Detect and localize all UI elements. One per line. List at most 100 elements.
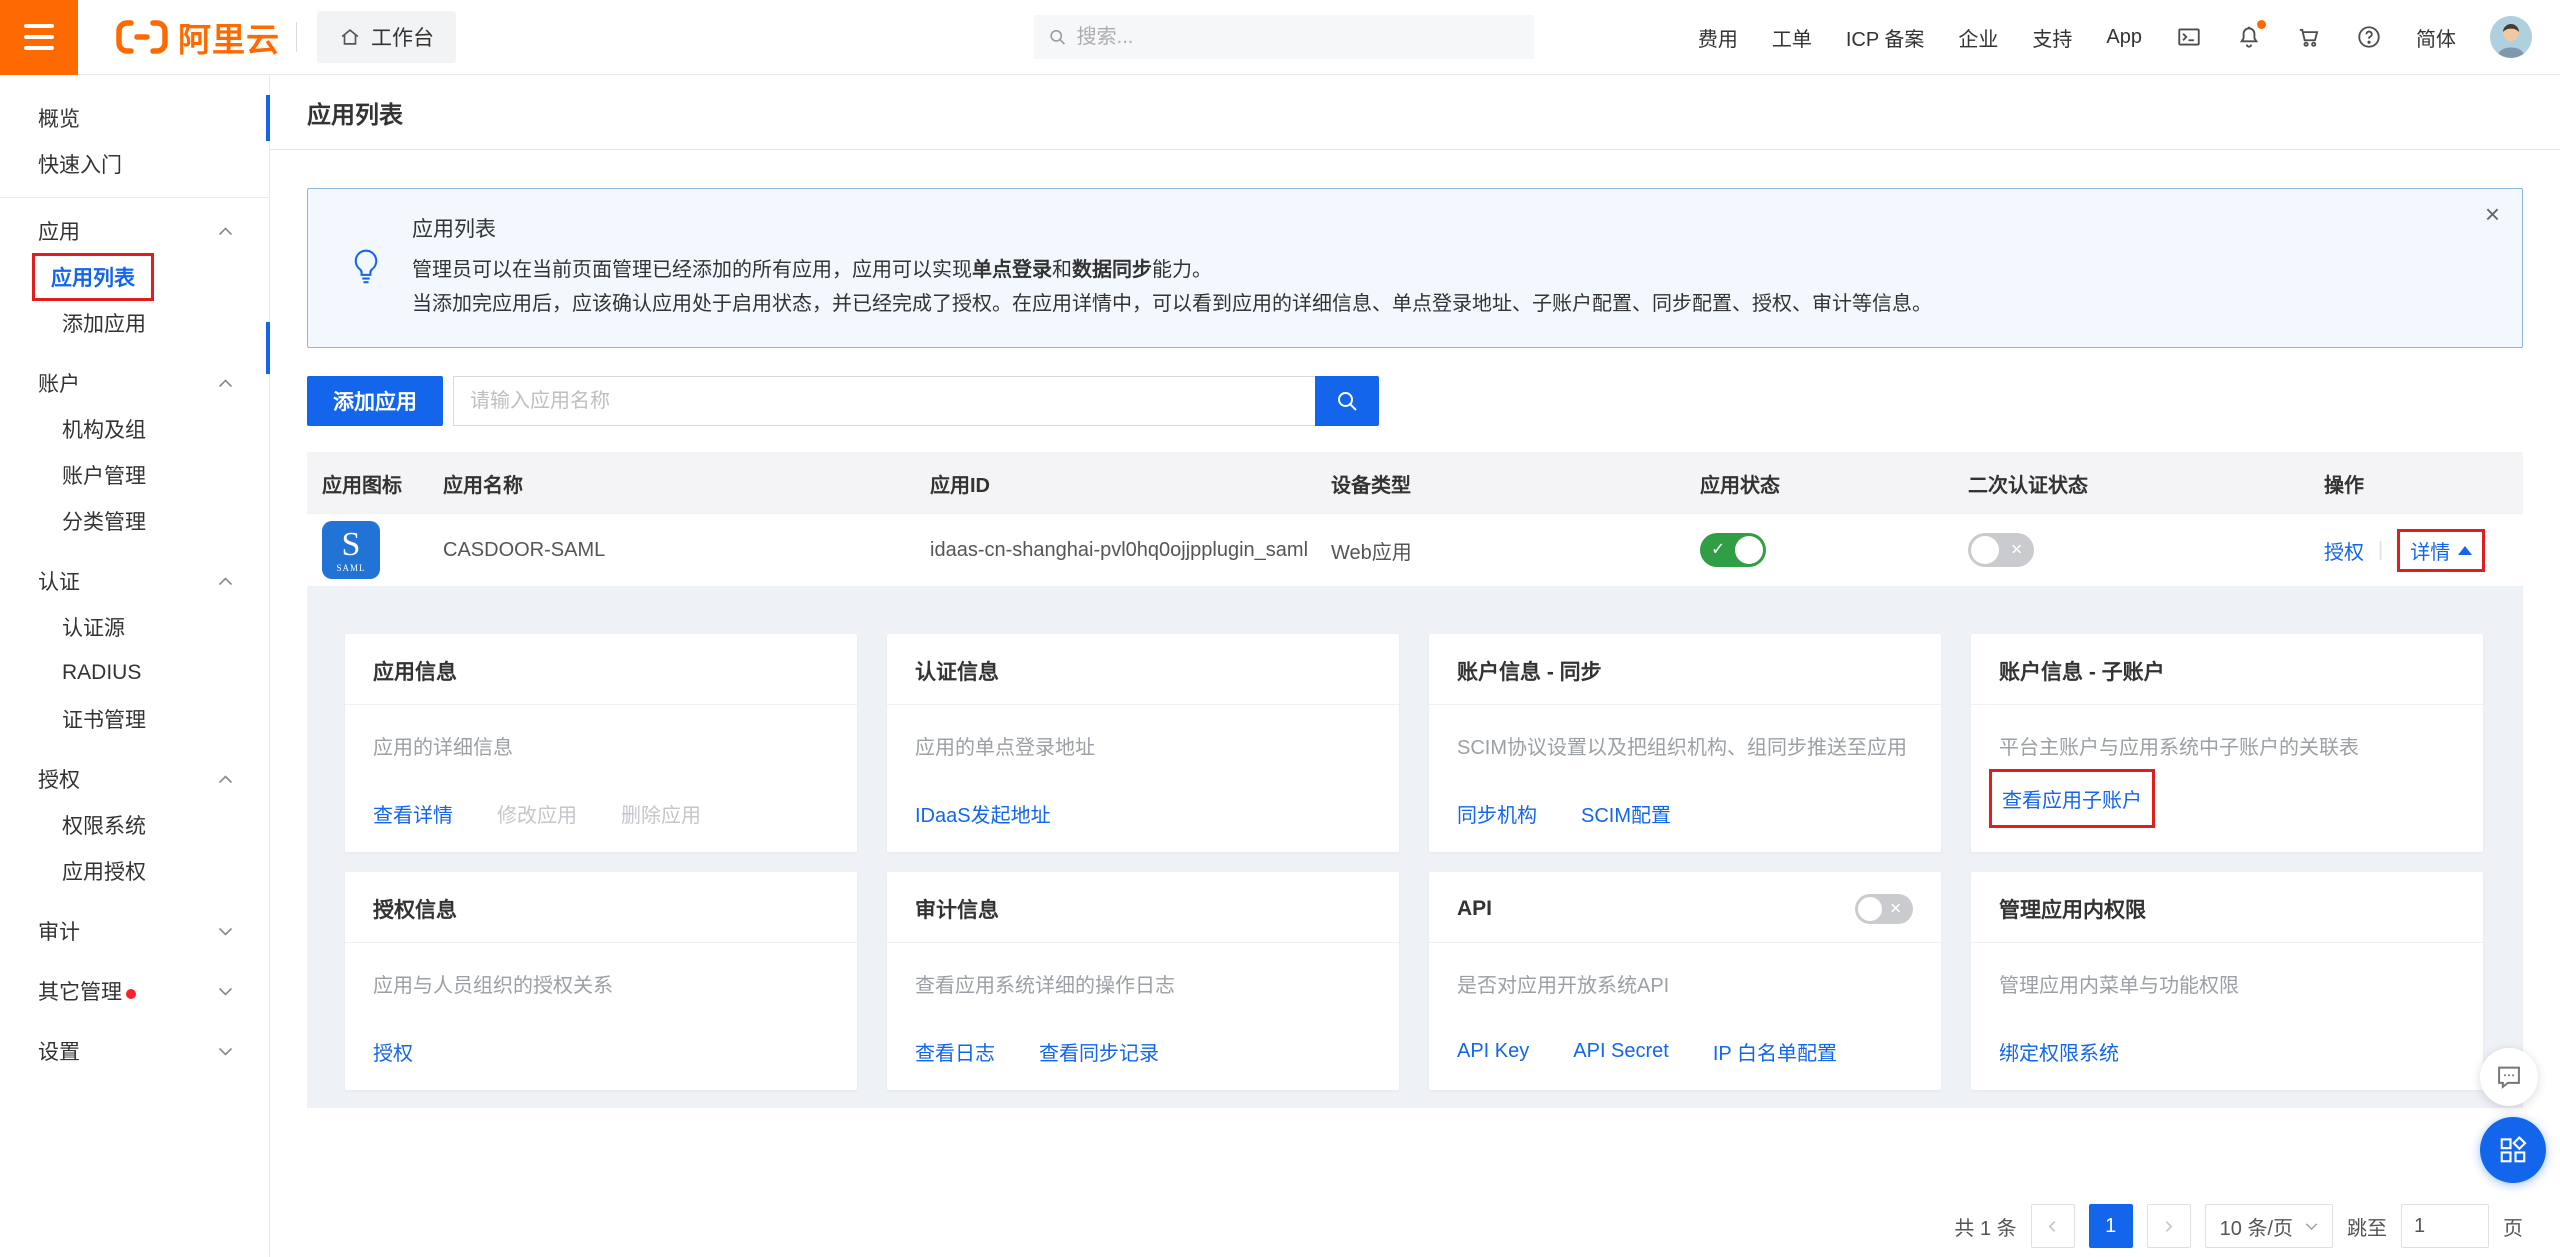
sidebar-group-other-management[interactable]: 其它管理 <box>0 968 269 1014</box>
view-sub-accounts-link[interactable]: 查看应用子账户 <box>2002 790 2142 812</box>
jump-page-input[interactable] <box>2401 1204 2489 1248</box>
page-header: 应用列表 <box>270 75 2560 150</box>
workbench-button[interactable]: 工作台 <box>317 11 456 63</box>
delete-app-link[interactable]: 删除应用 <box>621 799 701 828</box>
group-label: 审计 <box>38 916 80 946</box>
global-search-input[interactable] <box>1077 26 1520 49</box>
close-icon[interactable]: × <box>2485 201 2500 227</box>
sync-org-link[interactable]: 同步机构 <box>1457 799 1537 828</box>
help-icon[interactable] <box>2356 24 2382 50</box>
group-label: 其它管理 <box>38 976 136 1006</box>
alibaba-cloud-logo[interactable]: 阿里云 <box>116 13 280 61</box>
banner-text: 应用列表 管理员可以在当前页面管理已经添加的所有应用，应用可以实现单点登录和数据… <box>412 213 1932 321</box>
idaas-sso-url-link[interactable]: IDaaS发起地址 <box>915 799 1051 828</box>
sidebar-item-permission-systems[interactable]: 权限系统 <box>0 802 269 848</box>
sidebar-group-applications[interactable]: 应用 <box>0 208 269 254</box>
nav-item-icp[interactable]: ICP 备案 <box>1846 23 1925 52</box>
sidebar-group-audit[interactable]: 审计 <box>0 908 269 954</box>
col-app-name: 应用名称 <box>428 469 915 498</box>
mfa-status-toggle-off[interactable]: ✕ <box>1968 533 2034 567</box>
sidebar-group-authentication[interactable]: 认证 <box>0 558 269 604</box>
nav-item-tickets[interactable]: 工单 <box>1772 23 1812 52</box>
user-avatar[interactable] <box>2490 16 2532 58</box>
sidebar-item-quickstart[interactable]: 快速入门 <box>0 141 269 187</box>
view-logs-link[interactable]: 查看日志 <box>915 1037 995 1066</box>
nav-item-app[interactable]: App <box>2106 26 2142 49</box>
view-details-link[interactable]: 查看详情 <box>373 799 453 828</box>
sidebar-item-application-list[interactable]: 应用列表 <box>0 254 269 300</box>
card-description: 是否对应用开放系统API <box>1457 969 1913 998</box>
scim-config-link[interactable]: SCIM配置 <box>1581 799 1671 828</box>
app-launcher-button[interactable] <box>2480 1117 2546 1183</box>
api-key-link[interactable]: API Key <box>1457 1040 1529 1063</box>
next-page-button[interactable] <box>2147 1204 2191 1248</box>
divider <box>296 22 297 52</box>
chevron-up-icon <box>218 775 233 784</box>
table-header: 应用图标 应用名称 应用ID 设备类型 应用状态 二次认证状态 操作 <box>307 452 2523 514</box>
app-grid-icon <box>2498 1135 2528 1165</box>
language-switch[interactable]: 简体 <box>2416 23 2456 52</box>
sidebar-item-radius[interactable]: RADIUS <box>0 650 269 696</box>
sidebar-item-add-application[interactable]: 添加应用 <box>0 300 269 346</box>
view-sync-records-link[interactable]: 查看同步记录 <box>1039 1037 1159 1066</box>
application-search-input[interactable] <box>453 376 1315 426</box>
sidebar-item-auth-sources[interactable]: 认证源 <box>0 604 269 650</box>
total-count: 共 1 条 <box>1954 1212 2016 1241</box>
col-mfa-status: 二次认证状态 <box>1953 469 2309 498</box>
feedback-chat-button[interactable] <box>2480 1048 2538 1106</box>
application-table: 应用图标 应用名称 应用ID 设备类型 应用状态 二次认证状态 操作 S SAM… <box>307 452 2523 1108</box>
group-label: 账户 <box>38 368 80 398</box>
page-1-button[interactable]: 1 <box>2089 1204 2133 1248</box>
ip-whitelist-link[interactable]: IP 白名单配置 <box>1713 1037 1837 1066</box>
new-badge-dot <box>126 989 136 999</box>
global-search[interactable] <box>1034 15 1534 59</box>
authorize-card-link[interactable]: 授权 <box>373 1037 413 1066</box>
prev-page-button[interactable] <box>2031 1204 2075 1248</box>
banner-title: 应用列表 <box>412 213 1932 243</box>
hamburger-menu-icon[interactable] <box>0 0 78 75</box>
chevron-up-icon <box>218 379 233 388</box>
sidebar-item-org-groups[interactable]: 机构及组 <box>0 406 269 452</box>
top-navbar: 阿里云 工作台 费用 工单 ICP 备案 企业 支持 App <box>0 0 2560 75</box>
nav-item-support[interactable]: 支持 <box>2032 23 2072 52</box>
modify-app-link[interactable]: 修改应用 <box>497 799 577 828</box>
card-auth-info: 认证信息 应用的单点登录地址 IDaaS发起地址 <box>887 634 1399 852</box>
triangle-up-icon <box>2458 546 2472 555</box>
home-icon <box>339 26 361 48</box>
nav-item-enterprise[interactable]: 企业 <box>1958 23 1998 52</box>
nav-item-billing[interactable]: 费用 <box>1698 23 1738 52</box>
notifications-bell-icon[interactable] <box>2236 24 2262 50</box>
app-id: idaas-cn-shanghai-pvl0hq0ojjpplugin_saml <box>915 539 1316 562</box>
sidebar-item-category-management[interactable]: 分类管理 <box>0 498 269 544</box>
chat-bubble-icon <box>2495 1063 2523 1091</box>
cloudshell-icon[interactable] <box>2176 24 2202 50</box>
card-description: SCIM协议设置以及把组织机构、组同步推送至应用 <box>1457 731 1913 760</box>
card-title: 管理应用内权限 <box>1999 894 2146 924</box>
group-label: 设置 <box>38 1036 80 1066</box>
sidebar-item-overview[interactable]: 概览 <box>0 95 269 141</box>
search-button[interactable] <box>1315 376 1379 426</box>
app-status-toggle-on[interactable]: ✓ <box>1700 533 1766 567</box>
api-secret-link[interactable]: API Secret <box>1573 1040 1669 1063</box>
chevron-up-icon <box>218 227 233 236</box>
page-size-select[interactable]: 10 条/页 <box>2205 1204 2333 1248</box>
sidebar-item-certificate-management[interactable]: 证书管理 <box>0 696 269 742</box>
cart-icon[interactable] <box>2296 24 2322 50</box>
sidebar-item-account-management[interactable]: 账户管理 <box>0 452 269 498</box>
card-description: 应用的详细信息 <box>373 731 829 760</box>
page-title: 应用列表 <box>307 95 403 130</box>
annotation-red-box: 查看应用子账户 <box>1989 769 2155 828</box>
col-actions: 操作 <box>2309 469 2523 498</box>
bind-permission-system-link[interactable]: 绑定权限系统 <box>1999 1037 2119 1066</box>
sidebar-group-authorization[interactable]: 授权 <box>0 756 269 802</box>
detail-link[interactable]: 详情 <box>2410 536 2450 565</box>
sidebar-item-app-authorization[interactable]: 应用授权 <box>0 848 269 894</box>
api-toggle-off[interactable]: ✕ <box>1855 894 1913 924</box>
add-application-button[interactable]: 添加应用 <box>307 376 443 426</box>
annotation-red-box: 详情 <box>2397 529 2485 572</box>
sidebar-group-accounts[interactable]: 账户 <box>0 360 269 406</box>
sidebar: 概览 快速入门 应用 应用列表 添加应用 账户 机构及组 账户管理 分类管理 认… <box>0 75 270 1257</box>
authorize-link[interactable]: 授权 <box>2324 536 2364 565</box>
group-label: 授权 <box>38 764 80 794</box>
sidebar-group-settings[interactable]: 设置 <box>0 1028 269 1074</box>
